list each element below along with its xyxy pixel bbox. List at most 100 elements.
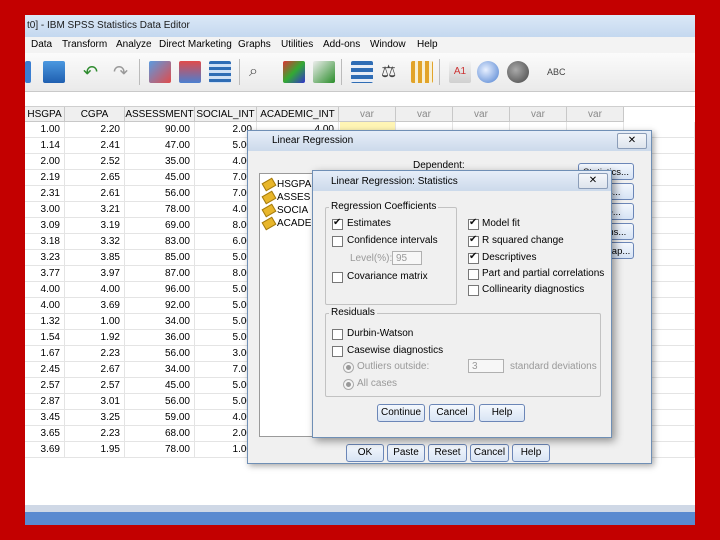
column-header-var[interactable]: var [396, 107, 453, 122]
confidence-intervals-checkbox[interactable] [332, 236, 343, 247]
column-header-assessment[interactable]: ASSESSMENT [125, 107, 195, 122]
value-labels-icon[interactable]: A1 [449, 61, 471, 83]
grid-cell[interactable]: 3.23 [25, 250, 65, 266]
grid-cell[interactable]: 1.54 [25, 330, 65, 346]
menu-add-ons[interactable]: Add-ons [323, 39, 360, 50]
recall-dialog-icon[interactable] [43, 61, 65, 83]
grid-cell[interactable]: 4.00 [65, 282, 125, 298]
insert-variable-icon[interactable] [313, 61, 335, 83]
casewise-diagnostics-checkbox[interactable] [332, 346, 343, 357]
split-file-icon[interactable] [351, 61, 373, 83]
grid-cell[interactable]: 4.00 [25, 298, 65, 314]
grid-cell[interactable]: 2.20 [65, 122, 125, 138]
grid-cell[interactable]: 83.00 [125, 234, 195, 250]
grid-cell[interactable]: 3.77 [25, 266, 65, 282]
grid-cell[interactable]: 2.23 [65, 346, 125, 362]
grid-cell[interactable]: 3.32 [65, 234, 125, 250]
grid-cell[interactable]: 96.00 [125, 282, 195, 298]
help-button[interactable]: Help [479, 404, 525, 422]
grid-cell[interactable]: 1.92 [65, 330, 125, 346]
durbin-watson-checkbox[interactable] [332, 329, 343, 340]
cell-editor-bar[interactable] [25, 92, 695, 107]
menu-analyze[interactable]: Analyze [116, 39, 152, 50]
grid-cell[interactable]: 56.00 [125, 394, 195, 410]
grid-cell[interactable]: 3.19 [65, 218, 125, 234]
column-header-academic-int[interactable]: ACADEMIC_INT [257, 107, 339, 122]
grid-cell[interactable]: 1.00 [25, 122, 65, 138]
variable-item[interactable]: SOCIA [261, 203, 308, 218]
grid-cell[interactable]: 3.85 [65, 250, 125, 266]
continue-button[interactable]: Continue [377, 404, 425, 422]
goto-variable-icon[interactable] [179, 61, 201, 83]
grid-cell[interactable]: 2.31 [25, 186, 65, 202]
menu-graphs[interactable]: Graphs [238, 39, 271, 50]
grid-cell[interactable]: 36.00 [125, 330, 195, 346]
model-fit-checkbox[interactable] [468, 217, 479, 230]
estimates-checkbox[interactable] [332, 217, 343, 230]
grid-cell[interactable]: 69.00 [125, 218, 195, 234]
outliers-input[interactable]: 3 [468, 359, 504, 373]
grid-cell[interactable]: 78.00 [125, 442, 195, 458]
column-header-cgpa[interactable]: CGPA [65, 107, 125, 122]
grid-cell[interactable]: 2.19 [25, 170, 65, 186]
outliers-radio[interactable] [343, 362, 354, 373]
open-icon[interactable] [25, 61, 31, 83]
cancel-button[interactable]: Cancel [470, 444, 509, 462]
variables-icon[interactable] [209, 61, 231, 83]
grid-cell[interactable]: 87.00 [125, 266, 195, 282]
grid-cell[interactable]: 3.65 [25, 426, 65, 442]
grid-cell[interactable]: 2.57 [65, 378, 125, 394]
undo-icon[interactable]: ↶ [83, 61, 105, 83]
grid-cell[interactable]: 3.00 [25, 202, 65, 218]
grid-cell[interactable]: 3.69 [25, 442, 65, 458]
grid-cell[interactable]: 45.00 [125, 170, 195, 186]
menu-data[interactable]: Data [31, 39, 52, 50]
variable-item[interactable]: ASSES [261, 190, 310, 205]
grid-cell[interactable]: 2.45 [25, 362, 65, 378]
grid-cell[interactable]: 1.14 [25, 138, 65, 154]
grid-cell[interactable]: 3.69 [65, 298, 125, 314]
grid-cell[interactable]: 34.00 [125, 314, 195, 330]
column-header-var[interactable]: var [567, 107, 624, 122]
grid-cell[interactable]: 2.52 [65, 154, 125, 170]
goto-case-icon[interactable] [149, 61, 171, 83]
column-header-var[interactable]: var [510, 107, 567, 122]
insert-cases-icon[interactable] [283, 61, 305, 83]
grid-cell[interactable]: 34.00 [125, 362, 195, 378]
grid-cell[interactable]: 3.25 [65, 410, 125, 426]
spell-check-icon[interactable]: ABC [547, 61, 569, 83]
menu-help[interactable]: Help [417, 39, 438, 50]
menu-transform[interactable]: Transform [62, 39, 107, 50]
column-header-var[interactable]: var [339, 107, 396, 122]
cancel-button[interactable]: Cancel [429, 404, 475, 422]
ok-button[interactable]: OK [346, 444, 384, 462]
grid-cell[interactable]: 56.00 [125, 186, 195, 202]
grid-cell[interactable]: 3.21 [65, 202, 125, 218]
grid-cell[interactable]: 2.61 [65, 186, 125, 202]
grid-cell[interactable]: 92.00 [125, 298, 195, 314]
grid-cell[interactable]: 78.00 [125, 202, 195, 218]
grid-cell[interactable]: 85.00 [125, 250, 195, 266]
grid-cell[interactable]: 2.87 [25, 394, 65, 410]
descriptives-checkbox[interactable] [468, 251, 479, 264]
close-icon[interactable]: ✕ [617, 133, 647, 149]
grid-cell[interactable]: 56.00 [125, 346, 195, 362]
grid-cell[interactable]: 3.97 [65, 266, 125, 282]
covariance-matrix-checkbox[interactable] [332, 272, 343, 283]
show-all-variables-icon[interactable] [507, 61, 529, 83]
level-input[interactable]: 95 [392, 251, 422, 265]
grid-cell[interactable]: 3.45 [25, 410, 65, 426]
column-header-hsgpa[interactable]: HSGPA [25, 107, 65, 122]
grid-cell[interactable]: 4.00 [25, 282, 65, 298]
r-squared-change-checkbox[interactable] [468, 234, 479, 247]
use-sets-icon[interactable] [477, 61, 499, 83]
collinearity-diagnostics-checkbox[interactable] [468, 285, 479, 296]
grid-cell[interactable]: 1.00 [65, 314, 125, 330]
grid-cell[interactable]: 59.00 [125, 410, 195, 426]
grid-cell[interactable]: 2.65 [65, 170, 125, 186]
reset-button[interactable]: Reset [428, 444, 467, 462]
grid-cell[interactable]: 2.57 [25, 378, 65, 394]
grid-cell[interactable]: 3.01 [65, 394, 125, 410]
menu-utilities[interactable]: Utilities [281, 39, 313, 50]
grid-cell[interactable]: 3.09 [25, 218, 65, 234]
